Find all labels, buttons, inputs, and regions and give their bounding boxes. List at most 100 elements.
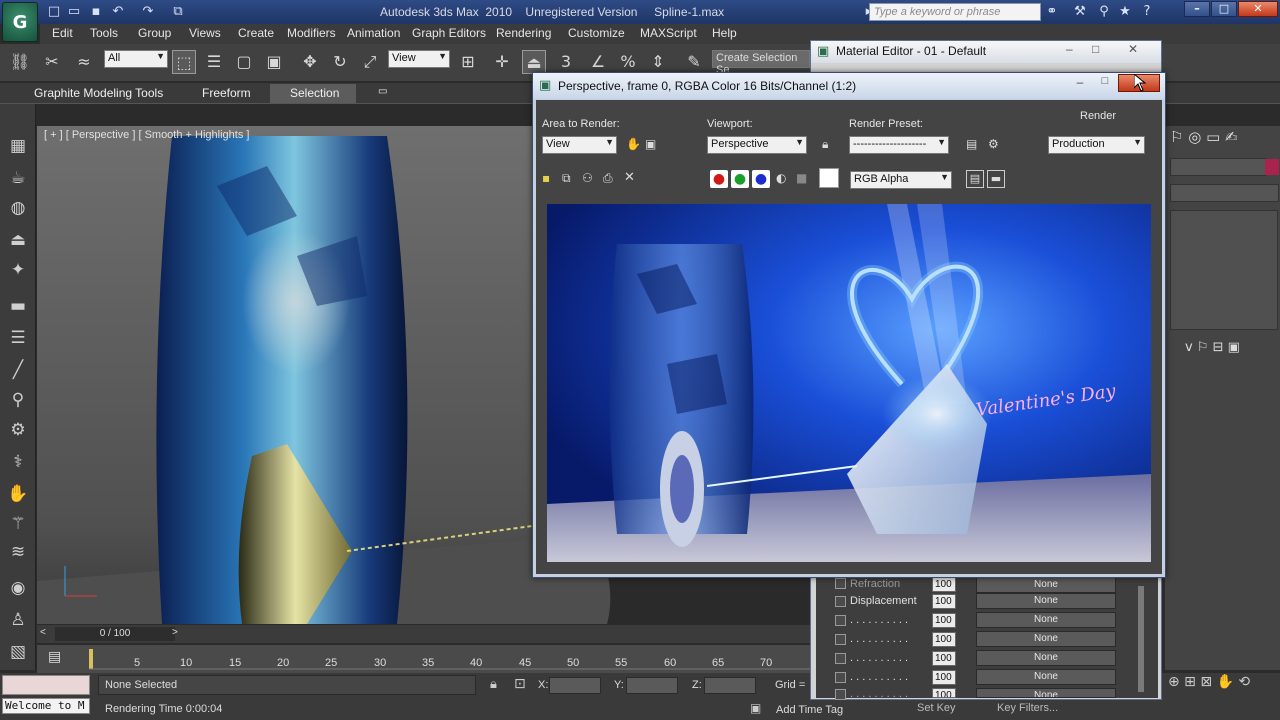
project-folder-icon[interactable]: ⧉: [170, 4, 186, 20]
open-file-icon[interactable]: ▭: [66, 4, 82, 20]
time-tag-icon[interactable]: ▣: [750, 701, 761, 715]
map-slot-button[interactable]: None: [976, 593, 1116, 609]
camera-icon[interactable]: ◉: [6, 576, 30, 600]
edit-named-selection-icon[interactable]: ✎: [682, 50, 706, 74]
menu-create[interactable]: Create: [238, 26, 274, 40]
map-enable-checkbox[interactable]: [835, 615, 846, 626]
utility-icon[interactable]: ▧: [6, 640, 30, 664]
red-channel-button[interactable]: ●: [710, 170, 728, 188]
environment-icon[interactable]: ⚙: [988, 137, 999, 151]
render-setup-icon[interactable]: ▤: [966, 137, 977, 151]
time-counter[interactable]: 0 / 100: [55, 627, 175, 641]
map-enable-checkbox[interactable]: [835, 672, 846, 683]
select-by-name-icon[interactable]: ☰: [202, 50, 226, 74]
render-mode-dropdown[interactable]: Production ▼: [1048, 136, 1145, 154]
window-crossing-icon[interactable]: ▣: [262, 50, 286, 74]
maxscript-mini-listener[interactable]: Welcome to M: [2, 698, 90, 714]
bind-space-warp-icon[interactable]: ≈: [72, 50, 96, 74]
map-amount-field[interactable]: 100: [932, 632, 956, 647]
map-amount-field[interactable]: 100: [932, 594, 956, 609]
map-slot-button[interactable]: None: [976, 612, 1116, 628]
edit-region-icon[interactable]: ✋: [626, 137, 641, 151]
redo-icon[interactable]: ↷: [140, 4, 156, 20]
menu-maxscript[interactable]: MAXScript: [640, 26, 697, 40]
modifier-stack[interactable]: [1170, 210, 1278, 330]
display-channel-dropdown[interactable]: RGB Alpha ▼: [850, 171, 952, 189]
absolute-mode-icon[interactable]: ⊡: [514, 676, 526, 692]
close-button[interactable]: ✕: [1238, 1, 1278, 17]
figure-icon[interactable]: ⚚: [6, 512, 30, 536]
map-slot-button[interactable]: None: [976, 631, 1116, 647]
teapot-icon[interactable]: ☕: [6, 166, 30, 190]
key-filters-button[interactable]: Key Filters...: [997, 702, 1058, 714]
time-prev-icon[interactable]: <: [40, 627, 46, 638]
maximize-button[interactable]: □: [1211, 1, 1237, 17]
map-slot-button[interactable]: None: [976, 688, 1116, 698]
percent-snap-icon[interactable]: %: [616, 50, 640, 74]
curve-editor-icon[interactable]: ▤: [48, 649, 68, 667]
map-slot-button[interactable]: None: [976, 669, 1116, 685]
maps-scrollbar[interactable]: [1138, 586, 1144, 692]
compound-icon[interactable]: ▬: [6, 294, 30, 318]
monochrome-icon[interactable]: ■: [796, 171, 807, 185]
wave-icon[interactable]: ≋: [6, 540, 30, 564]
rect-selection-icon[interactable]: ▢: [232, 50, 256, 74]
maxscript-listener-output[interactable]: [2, 675, 90, 695]
favorites-icon[interactable]: ★: [1117, 4, 1133, 20]
snaps-toggle-icon[interactable]: 3: [554, 50, 578, 74]
menu-views[interactable]: Views: [189, 26, 221, 40]
map-amount-field[interactable]: 100: [932, 577, 956, 592]
plane-icon[interactable]: ⏏: [6, 228, 30, 252]
menu-tools[interactable]: Tools: [90, 26, 118, 40]
map-amount-field[interactable]: 100: [932, 670, 956, 685]
viewport-navigation-icon[interactable]: ⊕ ⊞ ⊠ ✋ ⟲: [1168, 672, 1278, 718]
gear-icon[interactable]: ⚙: [6, 418, 30, 442]
select-object-icon[interactable]: ⬚: [172, 50, 196, 74]
tab-freeform[interactable]: Freeform: [202, 86, 251, 100]
object-color-swatch[interactable]: [1265, 159, 1279, 175]
x-coordinate-field[interactable]: [549, 677, 601, 694]
render-preset-dropdown[interactable]: -------------------- ▼: [849, 136, 949, 154]
add-time-tag-button[interactable]: Add Time Tag: [776, 704, 843, 716]
auto-region-icon[interactable]: ▣: [645, 137, 656, 151]
save-image-icon[interactable]: ▪: [542, 171, 550, 185]
map-slot-button[interactable]: None: [976, 577, 1116, 593]
color-swatch[interactable]: [819, 168, 839, 188]
link-icon[interactable]: ⛓: [8, 50, 32, 74]
search-input[interactable]: Type a keyword or phrase: [869, 3, 1041, 21]
communication-icon[interactable]: ⚲: [1096, 4, 1112, 20]
map-enable-checkbox[interactable]: [835, 653, 846, 664]
y-coordinate-field[interactable]: [626, 677, 678, 694]
alpha-channel-icon[interactable]: ◐: [776, 171, 786, 185]
time-next-icon[interactable]: >: [172, 627, 178, 638]
subscription-icon[interactable]: ⚒: [1072, 4, 1088, 20]
help-icon[interactable]: ?: [1139, 4, 1155, 20]
new-file-icon[interactable]: □: [46, 4, 62, 20]
material-editor-minimize-button[interactable]: –: [1066, 42, 1073, 56]
unlink-icon[interactable]: ✂: [40, 50, 64, 74]
clear-icon[interactable]: ✕: [624, 170, 635, 185]
binoculars-icon[interactable]: ⚭: [1044, 4, 1060, 20]
render-maximize-button[interactable]: □: [1093, 75, 1117, 91]
copy-image-icon[interactable]: ⧉: [562, 171, 571, 186]
lock-selection-icon[interactable]: 🔒︎: [490, 677, 497, 692]
star-icon[interactable]: ✦: [6, 258, 30, 282]
reference-coordinate-dropdown[interactable]: View ▼: [388, 50, 450, 68]
angle-snap-icon[interactable]: ∠: [586, 50, 610, 74]
selection-filter-dropdown[interactable]: All ▼: [104, 50, 168, 68]
rotate-icon[interactable]: ↻: [328, 50, 352, 74]
viewport-dropdown[interactable]: Perspective ▼: [707, 136, 807, 154]
map-enable-checkbox[interactable]: [835, 596, 846, 607]
clone-frame-icon[interactable]: ⚇: [582, 171, 593, 185]
sphere-icon[interactable]: ◍: [6, 196, 30, 220]
biped-icon[interactable]: ♙: [6, 608, 30, 632]
green-channel-button[interactable]: ●: [731, 170, 749, 188]
menu-rendering[interactable]: Rendering: [496, 26, 551, 40]
move-icon[interactable]: ✥: [298, 50, 322, 74]
command-panel-tabs-icon[interactable]: ⚐ ◎ ▭ ✍: [1170, 128, 1278, 152]
named-selection-set-field[interactable]: Create Selection Se: [712, 50, 810, 76]
bone-icon[interactable]: ⚕: [6, 450, 30, 474]
print-image-icon[interactable]: ⎙: [603, 171, 613, 186]
render-button[interactable]: Render: [1080, 110, 1116, 122]
map-enable-checkbox[interactable]: [835, 634, 846, 645]
